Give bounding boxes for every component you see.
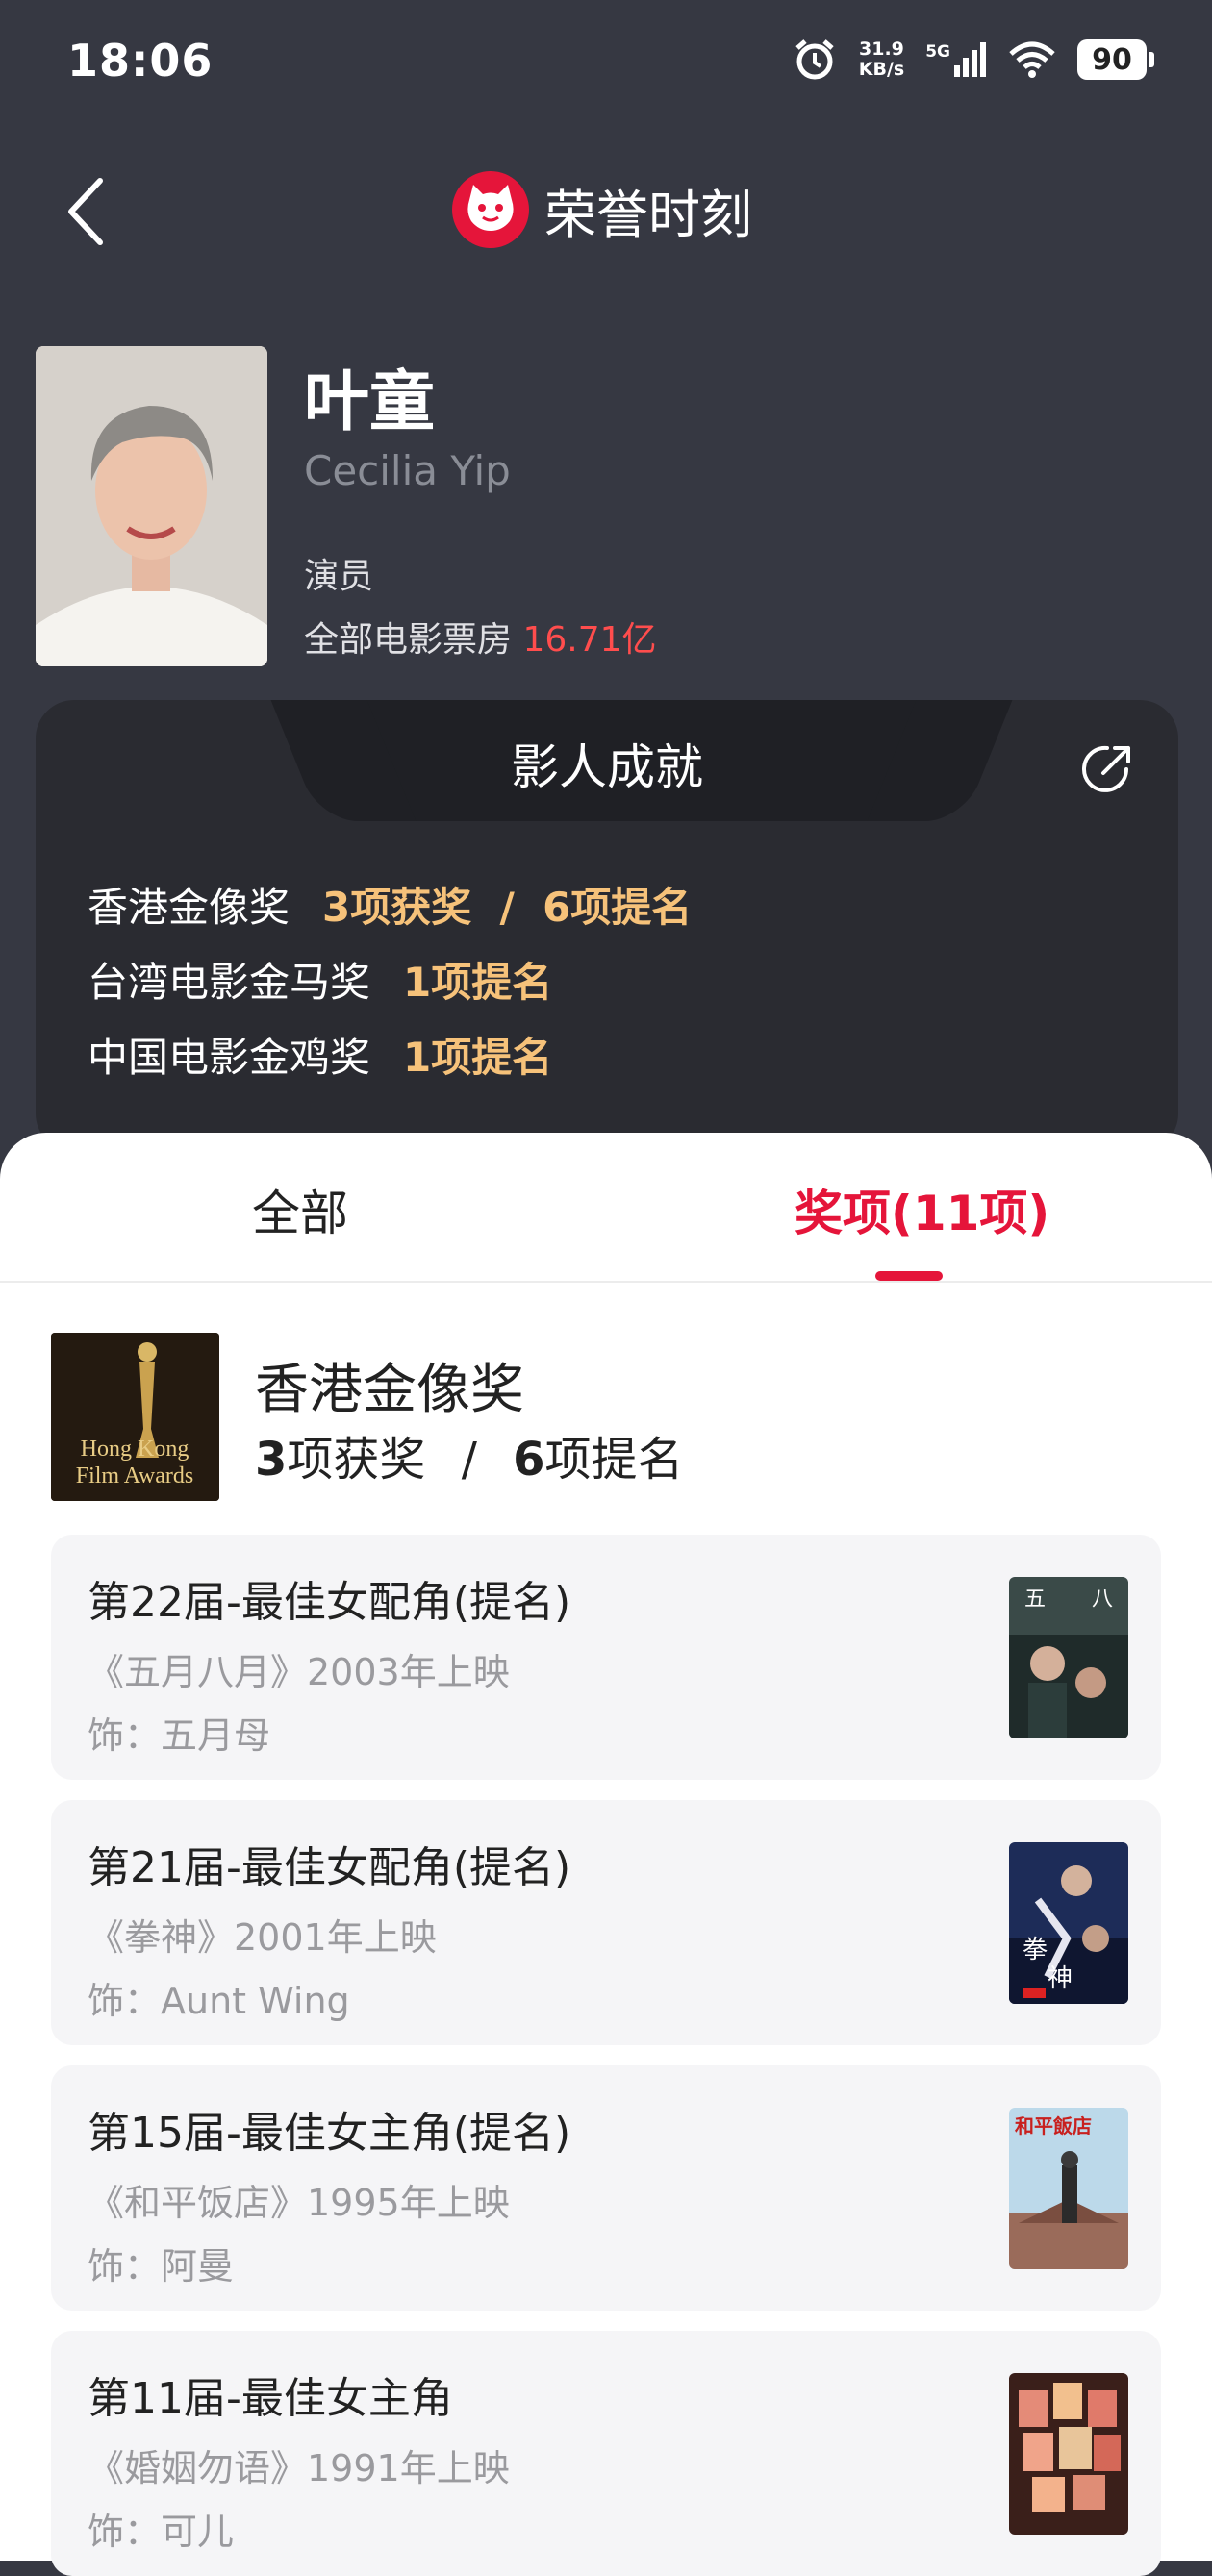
active-tab-indicator (875, 1271, 943, 1281)
movie-poster[interactable]: 五八 (1009, 1577, 1128, 1738)
award-item-title: 第11届-最佳女主角 (88, 2374, 453, 2423)
svg-text:八: 八 (1092, 1588, 1113, 1612)
award-group-summary: 3项获奖 / 6项提名 (255, 1433, 684, 1487)
box-office: 全部电影票房 16.71亿 (304, 612, 657, 662)
achievements-title: 影人成就 (511, 739, 703, 795)
award-group-name: 香港金像奖 (255, 1359, 524, 1421)
award-item-role: 饰：可儿 (88, 2511, 235, 2553)
award-item-film: 《婚姻勿语》1991年上映 (88, 2447, 510, 2489)
award-item[interactable]: 第21届-最佳女配角(提名) 《拳神》2001年上映 饰：Aunt Wing 拳… (51, 1800, 1161, 2045)
achievements-card: 影人成就 香港金像奖 3项获奖 / 6项提名 台湾电影金马奖 1项提名 中国电影… (36, 700, 1178, 1152)
clock: 18:06 (67, 35, 214, 87)
box-office-label: 全部电影票房 (304, 620, 513, 660)
box-office-value: 16.71亿 (522, 620, 657, 660)
back-button[interactable] (60, 173, 117, 250)
alarm-icon (792, 37, 838, 83)
hkfa-logo: Hong Kong Film Awards (51, 1333, 219, 1501)
movie-poster[interactable] (1009, 2373, 1128, 2535)
award-item-film: 《五月八月》2003年上映 (88, 1651, 510, 1693)
achievement-row: 中国电影金鸡奖 1项提名 (88, 1034, 553, 1081)
person-english-name: Cecilia Yip (304, 447, 511, 494)
svg-text:神: 神 (1048, 1964, 1073, 1993)
person-name: 叶童 (304, 364, 436, 440)
svg-text:和平飯店: 和平飯店 (1015, 2114, 1092, 2138)
awards-sheet: 全部 奖项(11项) Hong Kong Film Awards 香港金像奖 3… (0, 1133, 1212, 2576)
svg-text:Hong Kong: Hong Kong (81, 1437, 189, 1462)
status-bar: 18:06 31.9 KB/s 5G 90 (0, 0, 1212, 125)
award-item-role: 饰：Aunt Wing (88, 1980, 350, 2022)
award-item[interactable]: 第15届-最佳女主角(提名) 《和平饭店》1995年上映 饰：阿曼 和平飯店 (51, 2065, 1161, 2311)
award-item[interactable]: 第11届-最佳女主角 《婚姻勿语》1991年上映 饰：可儿 (51, 2331, 1161, 2576)
award-item-film: 《拳神》2001年上映 (88, 1916, 437, 1959)
battery-indicator: 90 (1077, 39, 1154, 80)
tab-awards[interactable]: 奖项(11项) (795, 1175, 1049, 1244)
award-item-title: 第22届-最佳女配角(提名) (88, 1578, 571, 1627)
svg-text:拳: 拳 (1023, 1936, 1048, 1964)
cat-logo-icon (452, 171, 529, 248)
avatar (36, 346, 267, 666)
person-role: 演员 (304, 557, 374, 596)
wifi-icon (1008, 40, 1056, 79)
tab-all[interactable]: 全部 (252, 1175, 348, 1244)
award-item-role: 饰：五月母 (88, 1714, 271, 1757)
award-item[interactable]: 第22届-最佳女配角(提名) 《五月八月》2003年上映 饰：五月母 五八 (51, 1535, 1161, 1780)
cell-signal-icon: 5G (925, 42, 987, 77)
award-item-title: 第15届-最佳女主角(提名) (88, 2109, 571, 2158)
achievement-row: 香港金像奖 3项获奖 / 6项提名 (88, 884, 693, 931)
award-item-role: 饰：阿曼 (88, 2245, 235, 2288)
movie-poster[interactable]: 和平飯店 (1009, 2108, 1128, 2269)
svg-text:Film Awards: Film Awards (76, 1463, 193, 1488)
svg-text:五: 五 (1024, 1588, 1046, 1612)
chevron-left-icon (68, 178, 103, 245)
divider (0, 1281, 1212, 1283)
movie-poster[interactable]: 拳神 (1009, 1842, 1128, 2004)
award-item-film: 《和平饭店》1995年上映 (88, 2182, 510, 2224)
net-speed: 31.9 KB/s (858, 38, 905, 80)
header: 荣誉时刻 (452, 171, 752, 248)
page-title: 荣誉时刻 (544, 184, 752, 245)
achievement-row: 台湾电影金马奖 1项提名 (88, 959, 553, 1006)
award-item-title: 第21届-最佳女配角(提名) (88, 1843, 571, 1892)
